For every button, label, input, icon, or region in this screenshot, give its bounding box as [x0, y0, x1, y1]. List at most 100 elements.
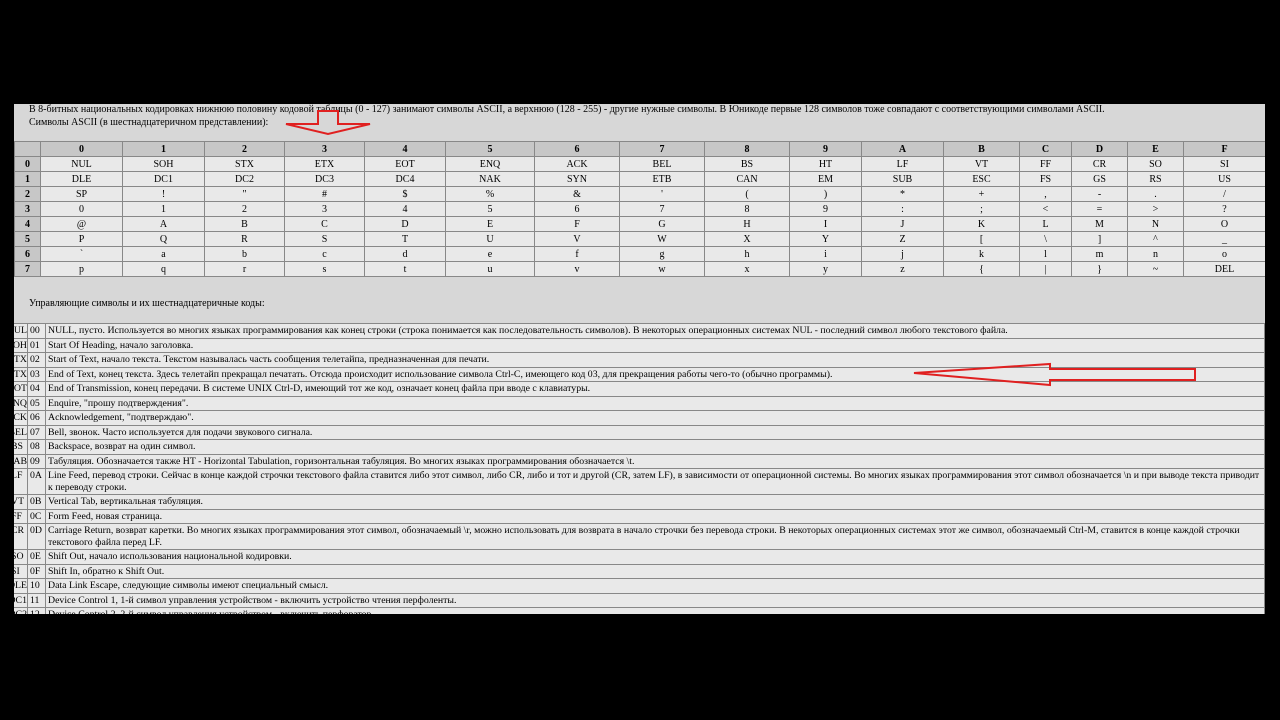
ascii-cell: ESC [943, 171, 1020, 187]
ascii-row: 7 p q r s t u v w x y z{|} ~ DEL [14, 261, 1265, 277]
ascii-cell: } [1071, 261, 1128, 277]
ascii-cell: v [534, 261, 620, 277]
ascii-row-header: 1 [14, 171, 41, 187]
ascii-cell: r [204, 261, 285, 277]
control-row: DLE10Data Link Escape, следующие символы… [14, 578, 1265, 594]
control-symbol-name: DC1 [14, 592, 28, 608]
control-symbol-name: CR [14, 523, 28, 550]
ascii-cell: j [861, 246, 944, 262]
control-row: BEL07Bell, звонок. Часто используется дл… [14, 424, 1265, 440]
control-hex-code: 0E [27, 549, 46, 565]
ascii-cell: y [789, 261, 862, 277]
ascii-cell: E [445, 216, 535, 232]
ascii-cell: DLE [40, 171, 123, 187]
ascii-cell: SP [40, 186, 123, 202]
ascii-cell: l [1019, 246, 1072, 262]
ascii-cell: H [704, 216, 790, 232]
ascii-col-header: 8 [704, 141, 790, 157]
ascii-cell: DC2 [204, 171, 285, 187]
ascii-cell: W [619, 231, 705, 247]
ascii-cell: CR [1071, 156, 1128, 172]
control-symbol-name: STX [14, 352, 28, 368]
control-description: Carriage Return, возврат каретки. Во мно… [45, 523, 1265, 550]
ascii-cell: ] [1071, 231, 1128, 247]
ascii-cell: C [284, 216, 365, 232]
ascii-col-header: F [1183, 141, 1265, 157]
ascii-cell: O [1183, 216, 1265, 232]
ascii-col-header: 9 [789, 141, 862, 157]
control-symbol-name: SOH [14, 337, 28, 353]
ascii-cell: U [445, 231, 535, 247]
ascii-cell: / [1183, 186, 1265, 202]
control-row: CR0DCarriage Return, возврат каретки. Во… [14, 523, 1265, 550]
control-row: SI0FShift In, обратно к Shift Out. [14, 563, 1265, 579]
control-symbol-name: EOT [14, 381, 28, 397]
ascii-col-header: 6 [534, 141, 620, 157]
ascii-cell: VT [943, 156, 1020, 172]
control-row: LF0ALine Feed, перевод строки. Сейчас в … [14, 468, 1265, 495]
control-hex-code: 0F [27, 563, 46, 579]
ascii-cell: ! [122, 186, 205, 202]
ascii-cell: 3 [284, 201, 365, 217]
control-symbol-name: DC2 [14, 607, 28, 614]
control-hex-code: 0A [27, 468, 46, 495]
control-hex-code: 03 [27, 366, 46, 382]
ascii-cell: , [1019, 186, 1072, 202]
ascii-cell: - [1071, 186, 1128, 202]
control-symbol-name: SO [14, 549, 28, 565]
control-description: End of Transmission, конец передачи. В с… [45, 381, 1265, 397]
control-symbol-name: NUL [14, 323, 28, 339]
control-table-title: Управляющие символы и их шестнадцатеричн… [29, 298, 265, 309]
ascii-cell: p [40, 261, 123, 277]
control-row: VT0BVertical Tab, вертикальная табуляция… [14, 494, 1265, 510]
ascii-cell: 2 [204, 201, 285, 217]
ascii-cell: SO [1127, 156, 1184, 172]
ascii-cell: 1 [122, 201, 205, 217]
ascii-cell: ) [789, 186, 862, 202]
control-hex-code: 02 [27, 352, 46, 368]
control-hex-code: 00 [27, 323, 46, 339]
ascii-cell: BS [704, 156, 790, 172]
ascii-row: 5 P Q R S T U V W X Y Z[\] ^ _ [14, 231, 1265, 247]
ascii-cell: ` [40, 246, 123, 262]
control-hex-code: 11 [27, 592, 46, 608]
ascii-cell: ; [943, 201, 1020, 217]
ascii-cell: ( [704, 186, 790, 202]
control-description: Backspace, возврат на один символ. [45, 439, 1265, 455]
ascii-cell: . [1127, 186, 1184, 202]
ascii-cell: SUB [861, 171, 944, 187]
ascii-cell: d [364, 246, 446, 262]
ascii-cell: US [1183, 171, 1265, 187]
ascii-cell: Q [122, 231, 205, 247]
ascii-cell: : [861, 201, 944, 217]
ascii-row-header: 0 [14, 156, 41, 172]
ascii-cell: ? [1183, 201, 1265, 217]
control-description: End of Text, конец текста. Здесь телетай… [45, 366, 1265, 382]
ascii-cell: B [204, 216, 285, 232]
ascii-col-header: 0 [40, 141, 123, 157]
control-codes-table: NUL00NULL, пусто. Используется во многих… [14, 323, 1265, 614]
control-row: ACK06Acknowledgement, "подтверждаю". [14, 410, 1265, 426]
control-hex-code: 08 [27, 439, 46, 455]
ascii-cell: M [1071, 216, 1128, 232]
intro-text: В 8-битных национальных кодировках нижню… [29, 104, 1259, 129]
control-hex-code: 12 [27, 607, 46, 614]
control-symbol-name: BEL [14, 424, 28, 440]
control-hex-code: 05 [27, 395, 46, 411]
control-row: DC111Device Control 1, 1-й символ управл… [14, 592, 1265, 608]
control-description: Табуляция. Обозначается также HT - Horiz… [45, 453, 1265, 469]
control-description: Start of Text, начало текста. Текстом на… [45, 352, 1265, 368]
document-page: В 8-битных национальных кодировках нижню… [14, 104, 1265, 614]
ascii-row: 2 SP! " # $% & '() * +, -. / [14, 186, 1265, 202]
ascii-cell: I [789, 216, 862, 232]
ascii-cell: EOT [364, 156, 446, 172]
control-row: ETX03End of Text, конец текста. Здесь те… [14, 366, 1265, 382]
control-row: STX02Start of Text, начало текста. Текст… [14, 352, 1265, 368]
ascii-cell: R [204, 231, 285, 247]
ascii-cell: h [704, 246, 790, 262]
control-symbol-name: ETX [14, 366, 28, 382]
ascii-cell: Y [789, 231, 862, 247]
control-hex-code: 07 [27, 424, 46, 440]
ascii-cell: ~ [1127, 261, 1184, 277]
control-row: ENQ05Enquire, "прошу подтверждения". [14, 395, 1265, 411]
